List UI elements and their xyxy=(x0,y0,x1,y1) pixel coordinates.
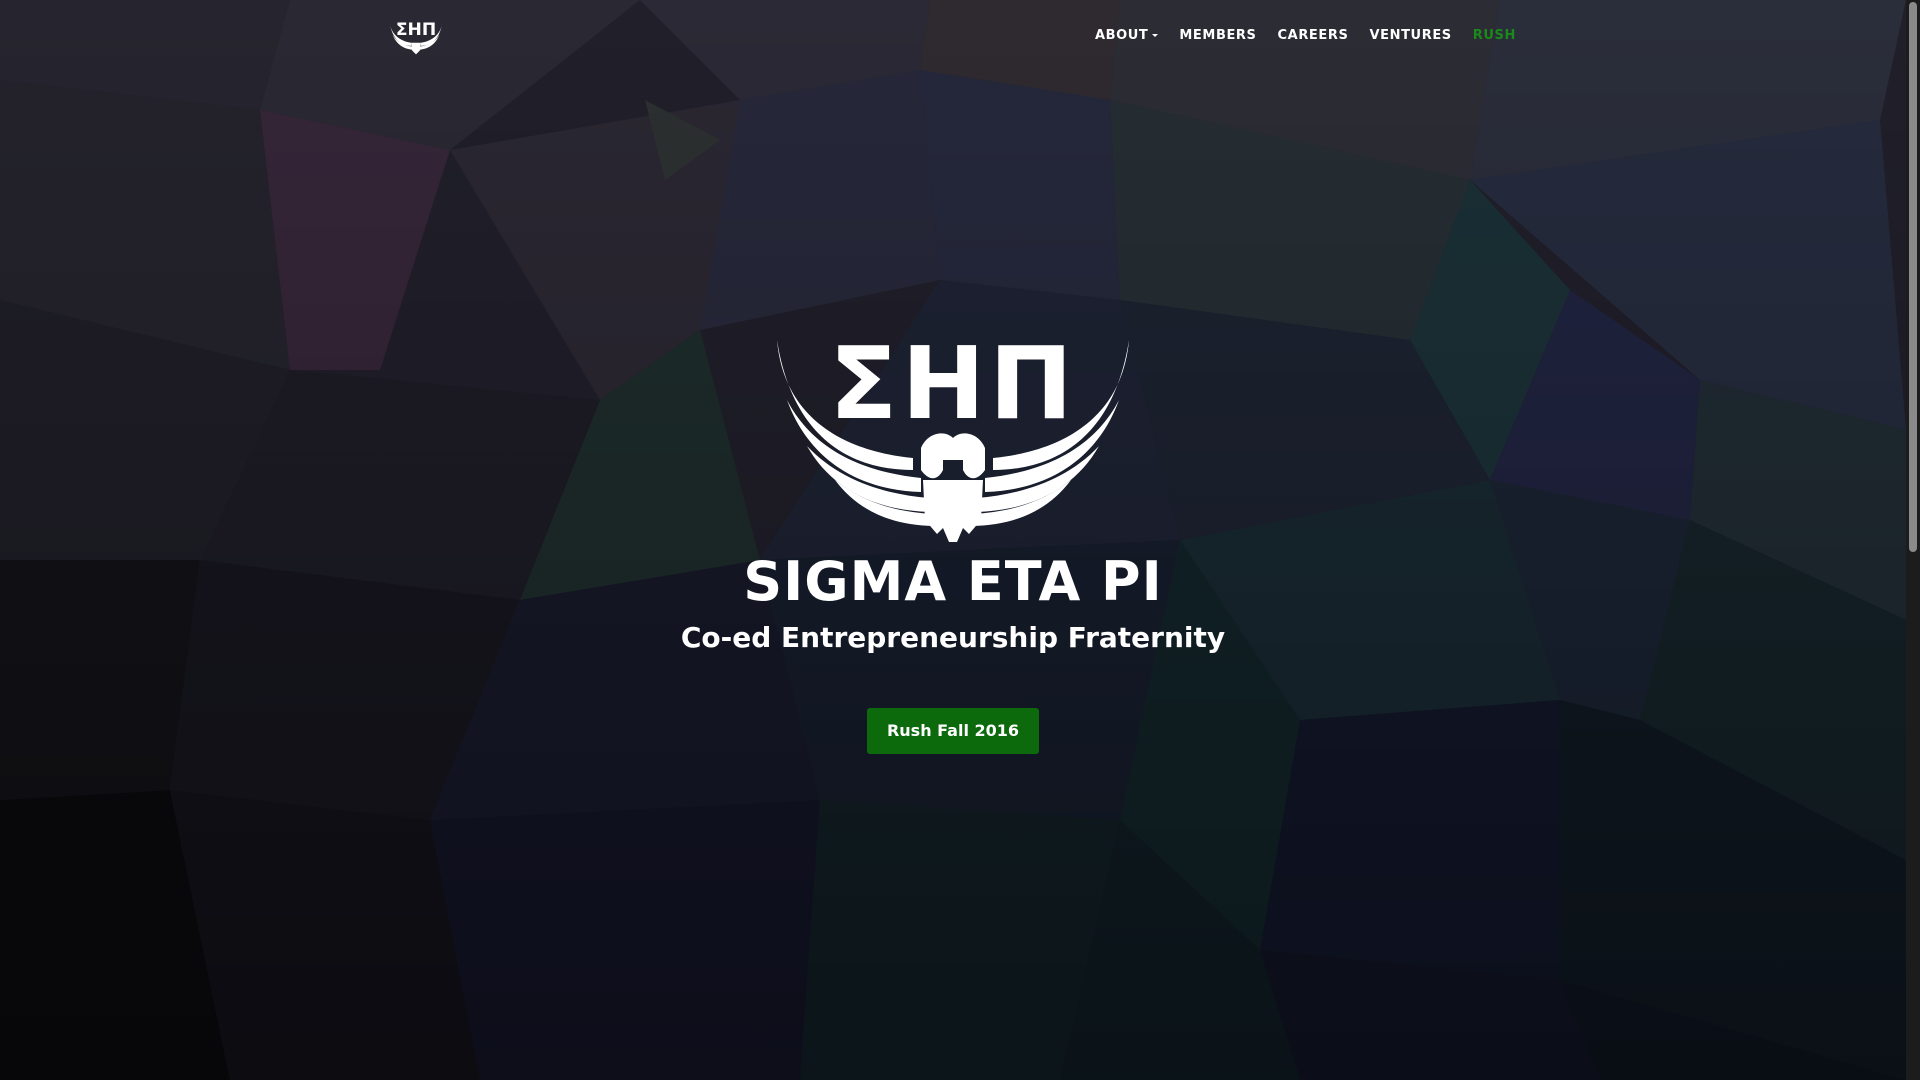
nav-links: ABOUT MEMBERS CAREERS VENTURES RUSH xyxy=(1095,28,1516,43)
nav-logo-text: ΣΗΠ xyxy=(396,20,436,40)
page: ΣΗΠ ABOUT MEMBERS CAREERS VENTURES RUSH … xyxy=(0,0,1920,1080)
navbar: ΣΗΠ ABOUT MEMBERS CAREERS VENTURES RUSH xyxy=(0,0,1906,76)
nav-about-link[interactable]: ABOUT xyxy=(1094,28,1159,43)
hero: ΣΗΠ SIGMA ETA PI Co-ed Entrepreneurship … xyxy=(0,320,1906,754)
nav-logo-eagle-icon[interactable]: ΣΗΠ xyxy=(388,18,444,56)
nav-ventures-link[interactable]: VENTURES xyxy=(1369,28,1451,43)
nav-rush-link[interactable]: RUSH xyxy=(1473,28,1516,43)
hero-subtitle: Co-ed Entrepreneurship Fraternity xyxy=(680,621,1226,654)
caret-down-icon xyxy=(1152,34,1159,37)
rush-cta-button[interactable]: Rush Fall 2016 xyxy=(866,708,1040,754)
hero-logo-text: ΣΗΠ xyxy=(829,325,1077,442)
page-scrollbar[interactable] xyxy=(1906,0,1920,1080)
hero-eagle-emblem-icon: ΣΗΠ xyxy=(777,325,1129,542)
nav-members-link[interactable]: MEMBERS xyxy=(1179,28,1256,43)
scrollbar-thumb[interactable] xyxy=(1909,2,1917,552)
hero-title: SIGMA ETA PI xyxy=(743,550,1163,613)
nav-careers-link[interactable]: CAREERS xyxy=(1278,28,1349,43)
nav-about-label: ABOUT xyxy=(1094,28,1149,43)
